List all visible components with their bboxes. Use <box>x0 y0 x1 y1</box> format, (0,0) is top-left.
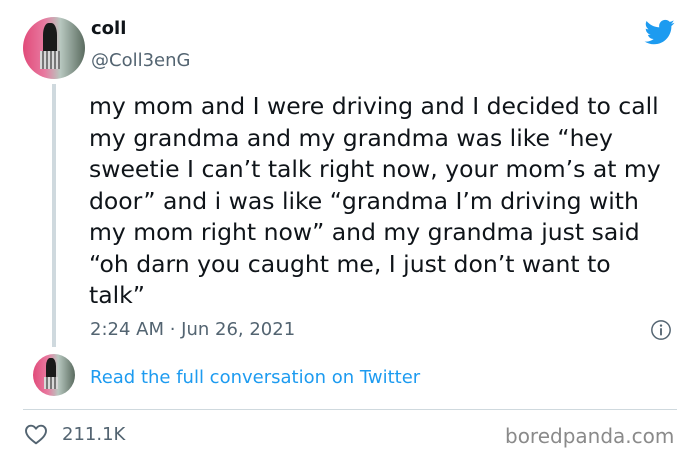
read-conversation-link[interactable]: Read the full conversation on Twitter <box>90 366 420 390</box>
avatar-figure <box>46 358 56 378</box>
tweet-timestamp[interactable]: 2:24 AM · Jun 26, 2021 <box>90 318 295 342</box>
info-icon[interactable] <box>650 319 672 341</box>
avatar-figure <box>43 23 57 53</box>
author-display-name[interactable]: coll <box>91 18 126 40</box>
twitter-bird-icon[interactable] <box>643 17 677 47</box>
divider <box>23 409 677 410</box>
avatar-figure-skirt <box>44 377 58 389</box>
avatar-figure-skirt <box>40 51 60 69</box>
like-count: 211.1K <box>62 424 126 445</box>
tweet-text: my mom and I were driving and I decided … <box>89 92 661 309</box>
author-handle[interactable]: @Coll3enG <box>91 50 190 72</box>
source-watermark: boredpanda.com <box>505 424 675 448</box>
author-avatar[interactable] <box>23 17 85 79</box>
thread-line <box>52 84 56 347</box>
heart-icon[interactable] <box>24 423 48 445</box>
reply-avatar[interactable] <box>33 354 75 396</box>
